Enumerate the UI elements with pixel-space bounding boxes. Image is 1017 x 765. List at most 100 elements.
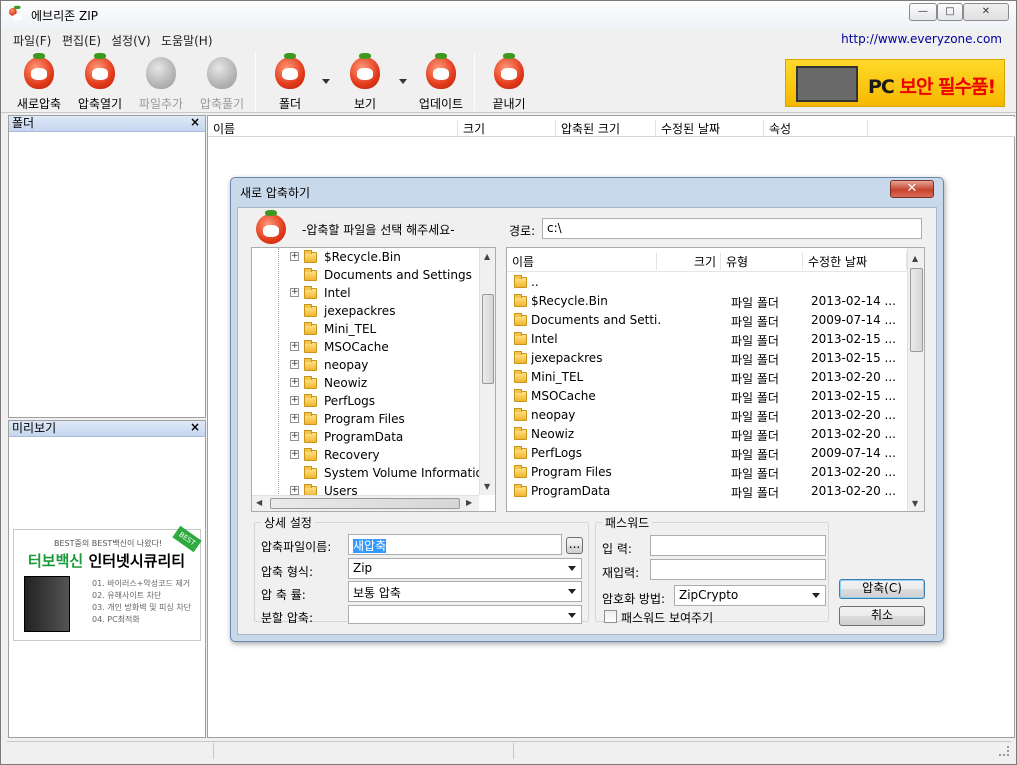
menu-edit[interactable]: 편집(E) (62, 32, 101, 49)
file-row[interactable]: jexepackres 파일 폴더 2013-02-15 ... (507, 349, 907, 368)
show-password-checkbox[interactable] (604, 610, 617, 623)
tree-item[interactable]: + MSOCache (252, 338, 479, 356)
folder-icon (304, 376, 317, 389)
menu-settings[interactable]: 설정(V) (111, 32, 151, 49)
folder-icon (304, 322, 317, 335)
archive-name-input[interactable]: 새압축 (348, 534, 562, 555)
maximize-button[interactable]: □ (937, 3, 963, 21)
scroll-down-arrow-icon[interactable]: ▼ (484, 482, 490, 491)
expand-plus-icon[interactable]: + (290, 360, 299, 369)
file-list-scroll-thumb[interactable] (910, 268, 923, 352)
folder-button[interactable]: 폴더 (263, 53, 317, 111)
tree-item[interactable]: System Volume Information (252, 464, 490, 482)
update-button[interactable]: 업데이트 (413, 53, 469, 111)
file-row[interactable]: Neowiz 파일 폴더 2013-02-20 ... (507, 425, 907, 444)
file-row[interactable]: .. (507, 273, 907, 292)
column-attributes[interactable]: 속성 (764, 120, 868, 137)
file-row[interactable]: PerfLogs 파일 폴더 2009-07-14 ... (507, 444, 907, 463)
file-row[interactable]: ProgramData 파일 폴더 2013-02-20 ... (507, 482, 907, 501)
expand-plus-icon[interactable]: + (290, 396, 299, 405)
tree-item[interactable]: Documents and Settings (252, 266, 479, 284)
column-modified-date[interactable]: 수정된 날짜 (656, 120, 764, 137)
column-size[interactable]: 크기 (458, 120, 556, 137)
folder-tree[interactable]: + $Recycle.Bin Documents and Settings + Inte… (251, 247, 496, 512)
scroll-up-arrow-icon[interactable]: ▲ (912, 254, 918, 263)
compression-level-select[interactable]: 보통 압축 (348, 581, 582, 602)
tree-vertical-scrollbar[interactable]: ▲ ▼ (479, 248, 495, 495)
expand-plus-icon[interactable]: + (290, 342, 299, 351)
close-button[interactable]: ✕ (963, 3, 1009, 21)
tree-item[interactable]: Mini_TEL (252, 320, 479, 338)
tree-scroll-thumb[interactable] (482, 294, 494, 384)
scroll-left-arrow-icon[interactable]: ◀ (256, 498, 262, 507)
antivirus-ad[interactable]: BEST중의 BEST백신이 나왔다! 터보백신 인터넷시큐리티 BEST 01… (13, 525, 202, 641)
column-name[interactable]: 이름 (208, 120, 458, 137)
scroll-up-arrow-icon[interactable]: ▲ (484, 252, 490, 261)
encryption-method-select[interactable]: ZipCrypto (674, 585, 826, 606)
browse-button[interactable]: ... (566, 537, 583, 554)
view-button[interactable]: 보기 (337, 53, 393, 111)
website-link[interactable]: http://www.everyzone.com (841, 32, 1002, 46)
tree-item[interactable]: jexepackres (252, 302, 479, 320)
tree-item[interactable]: + neopay (252, 356, 479, 374)
file-row[interactable]: Intel 파일 폴더 2013-02-15 ... (507, 330, 907, 349)
scroll-down-arrow-icon[interactable]: ▼ (912, 499, 918, 508)
file-list-vertical-scrollbar[interactable]: ▲ ▼ (907, 248, 924, 511)
file-name: $Recycle.Bin (531, 294, 608, 308)
dcol-size[interactable]: 크기 (657, 253, 721, 270)
tree-item[interactable]: + Recovery (252, 446, 479, 464)
tree-item[interactable]: + ProgramData (252, 428, 479, 446)
file-row[interactable]: Documents and Setti... 파일 폴더 2009-07-14 ..… (507, 311, 907, 330)
dialog-close-button[interactable]: ✕ (890, 180, 934, 198)
file-row[interactable]: Mini_TEL 파일 폴더 2013-02-20 ... (507, 368, 907, 387)
resize-grip-icon[interactable] (999, 746, 1009, 756)
folder-dropdown-arrow-icon[interactable] (322, 79, 330, 84)
compression-level-value: 보통 압축 (353, 586, 401, 600)
file-name: Mini_TEL (531, 370, 584, 384)
preview-panel-close-icon[interactable]: × (190, 420, 200, 435)
tree-horizontal-scrollbar[interactable]: ◀ ▶ (252, 495, 479, 511)
format-select[interactable]: Zip (348, 558, 582, 579)
menu-help[interactable]: 도움말(H) (161, 32, 213, 49)
tree-item[interactable]: + Neowiz (252, 374, 479, 392)
tree-item[interactable]: + Intel (252, 284, 479, 302)
file-row[interactable]: Program Files 파일 폴더 2013-02-20 ... (507, 463, 907, 482)
expand-plus-icon[interactable]: + (290, 378, 299, 387)
tree-hscroll-thumb[interactable] (270, 498, 460, 509)
password-confirm-input[interactable] (650, 559, 826, 580)
expand-plus-icon[interactable]: + (290, 252, 299, 261)
file-row[interactable]: $Recycle.Bin 파일 폴더 2013-02-14 ... (507, 292, 907, 311)
folder-panel-close-icon[interactable]: × (190, 115, 200, 130)
encryption-method-label: 암호화 방법: (602, 592, 666, 606)
dialog-file-list[interactable]: 이름 크기 유형 수정한 날짜 .. $Recycle.Bin 파일 폴더 2013-… (506, 247, 925, 512)
new-archive-button[interactable]: 새로압축 (11, 53, 67, 111)
view-dropdown-arrow-icon[interactable] (399, 79, 407, 84)
compress-button[interactable]: 압축(C) (839, 579, 925, 599)
expand-plus-icon[interactable]: + (290, 450, 299, 459)
password-input[interactable] (650, 535, 826, 556)
tree-item[interactable]: + $Recycle.Bin (252, 248, 479, 266)
expand-plus-icon[interactable]: + (290, 414, 299, 423)
open-archive-button[interactable]: 압축열기 (72, 53, 128, 111)
dcol-name[interactable]: 이름 (507, 253, 657, 270)
tree-item[interactable]: + Program Files (252, 410, 479, 428)
exit-button[interactable]: 끝내기 (481, 53, 537, 111)
menu-file[interactable]: 파일(F) (13, 32, 51, 49)
split-select[interactable] (348, 605, 582, 624)
column-compressed-size[interactable]: 압축된 크기 (556, 120, 656, 137)
expand-plus-icon[interactable]: + (290, 486, 299, 495)
security-ad-banner[interactable]: PC 보안 필수품! (785, 59, 1005, 107)
dcol-date[interactable]: 수정한 날짜 (803, 253, 907, 270)
file-row[interactable]: MSOCache 파일 폴더 2013-02-15 ... (507, 387, 907, 406)
file-row[interactable]: neopay 파일 폴더 2013-02-20 ... (507, 406, 907, 425)
add-file-button[interactable]: 파일추가 (133, 55, 189, 111)
cancel-button[interactable]: 취소 (839, 606, 925, 626)
expand-plus-icon[interactable]: + (290, 432, 299, 441)
scroll-right-arrow-icon[interactable]: ▶ (466, 498, 472, 507)
tree-item[interactable]: + PerfLogs (252, 392, 479, 410)
minimize-button[interactable]: — (909, 3, 937, 21)
extract-button[interactable]: 압축풀기 (194, 55, 250, 111)
dcol-type[interactable]: 유형 (721, 253, 803, 270)
path-field[interactable]: c:\ (542, 218, 922, 239)
expand-plus-icon[interactable]: + (290, 288, 299, 297)
